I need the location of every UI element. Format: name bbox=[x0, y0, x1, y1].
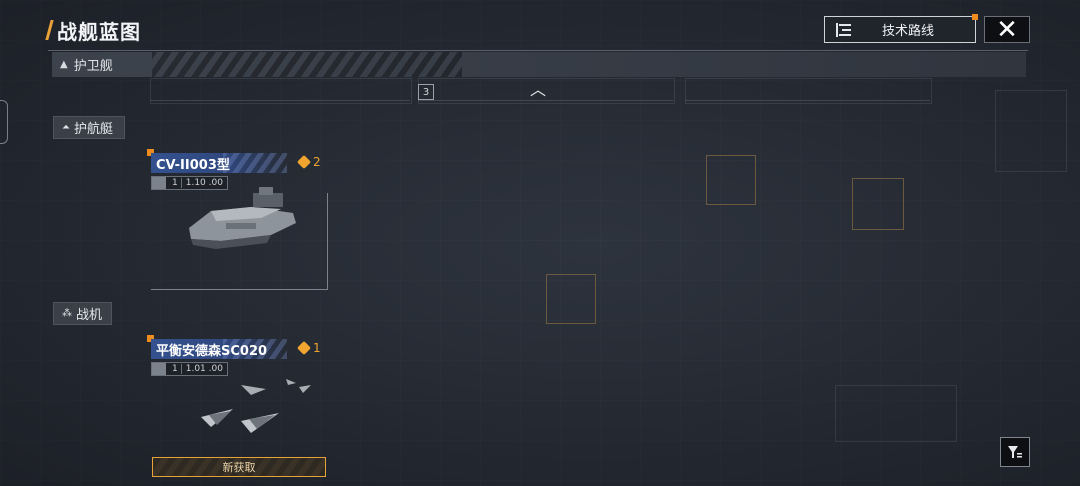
deco-blueprint-frame bbox=[835, 385, 957, 442]
filter-button[interactable] bbox=[1000, 437, 1030, 467]
category-label: 战机 bbox=[76, 308, 103, 323]
blueprint-card[interactable]: CV-II003型 2 1 1.10 .00 bbox=[147, 149, 328, 290]
notification-dot bbox=[972, 14, 978, 20]
blueprint-count-value: 2 bbox=[313, 155, 321, 169]
header-divider bbox=[48, 50, 1028, 51]
fighter-image bbox=[201, 379, 311, 433]
card-header: 平衡安德森SC020 bbox=[151, 339, 287, 359]
fighter-icon: ⁂ bbox=[62, 308, 72, 319]
category-fighter[interactable]: ⁂ 战机 bbox=[53, 302, 112, 325]
close-button[interactable]: ✕ bbox=[984, 14, 1030, 45]
deco-blueprint-frame bbox=[995, 90, 1067, 172]
deco-square bbox=[852, 178, 904, 230]
blueprint-count-value: 1 bbox=[313, 341, 321, 355]
fighter-stat-icon bbox=[152, 363, 166, 375]
grid-icon bbox=[152, 177, 166, 189]
tech-tree-icon bbox=[835, 22, 857, 38]
section-label: 护卫舰 bbox=[73, 59, 113, 74]
stat-level: 1 bbox=[169, 178, 182, 188]
section-stripes bbox=[152, 52, 462, 77]
escort-icon: ⏶ bbox=[62, 122, 70, 133]
tech-route-label: 技术路线 bbox=[881, 24, 934, 39]
blueprint-count: 1 bbox=[296, 340, 321, 356]
blueprint-count: 2 bbox=[296, 154, 321, 170]
deco-ruler bbox=[150, 100, 410, 101]
header-stripes bbox=[223, 153, 287, 173]
new-acquired-label: 新获取 bbox=[222, 461, 256, 474]
tech-route-button[interactable]: 技术路线 bbox=[824, 14, 978, 43]
page-header: 战舰蓝图 bbox=[45, 16, 141, 44]
collapse-arrow-icon: ▲ bbox=[60, 59, 68, 70]
card-header: CV-II003型 bbox=[151, 153, 287, 173]
blueprint-card[interactable]: 平衡安德森SC020 1 1 1.01 .00 bbox=[147, 335, 327, 459]
page-marker: 3 bbox=[418, 84, 434, 100]
ship-image bbox=[189, 187, 296, 249]
deco-ruler bbox=[685, 100, 930, 101]
page-title: 战舰蓝图 bbox=[57, 19, 141, 44]
ship-name: 平衡安德森SC020 bbox=[156, 343, 268, 359]
category-label: 护航艇 bbox=[74, 122, 114, 137]
deco-square bbox=[706, 155, 756, 205]
blueprint-gem-icon bbox=[296, 154, 312, 170]
deco-square bbox=[546, 274, 596, 324]
deco-ruler bbox=[418, 100, 673, 101]
new-acquired-button[interactable]: 新获取 bbox=[152, 457, 326, 477]
scroll-up-icon[interactable]: ︿ bbox=[530, 76, 546, 100]
filter-icon bbox=[1008, 446, 1022, 458]
category-escort[interactable]: ⏶ 护航艇 bbox=[53, 116, 125, 139]
ship-name: CV-II003型 bbox=[156, 157, 230, 173]
section-header-frigate[interactable]: ▲ 护卫舰 bbox=[52, 52, 1026, 77]
blueprint-gem-icon bbox=[296, 340, 312, 356]
close-icon: ✕ bbox=[996, 14, 1018, 45]
side-drawer-handle[interactable] bbox=[0, 100, 8, 144]
